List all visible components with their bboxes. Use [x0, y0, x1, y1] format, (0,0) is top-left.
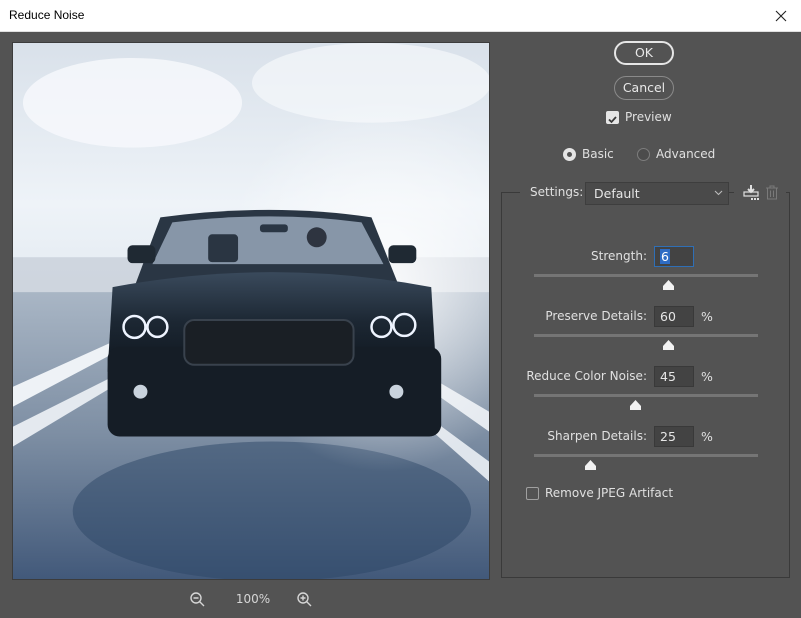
- strength-slider-thumb[interactable]: [663, 280, 675, 290]
- reduce-color-noise-input[interactable]: 45: [654, 366, 694, 387]
- cancel-button[interactable]: Cancel: [614, 76, 674, 100]
- strength-slider[interactable]: [534, 274, 758, 277]
- sharpen-details-slider[interactable]: [534, 454, 758, 457]
- basic-label: Basic: [582, 147, 614, 161]
- preserve-details-slider-thumb[interactable]: [663, 340, 675, 350]
- advanced-radio[interactable]: [637, 148, 650, 161]
- preserve-details-slider[interactable]: [534, 334, 758, 337]
- preview-image: [13, 43, 489, 579]
- preserve-details-input[interactable]: 60: [654, 306, 694, 327]
- checkmark-icon: [608, 116, 617, 124]
- zoom-level: 100%: [235, 592, 271, 606]
- sharpen-details-slider-thumb[interactable]: [585, 460, 596, 470]
- preserve-details-label: Preserve Details:: [545, 309, 647, 323]
- sharpen-details-input[interactable]: 25: [654, 426, 694, 447]
- close-x-icon: [775, 10, 787, 21]
- basic-radio[interactable]: [563, 148, 576, 161]
- sharpen-details-label: Sharpen Details:: [547, 429, 647, 443]
- preview-checkbox[interactable]: [606, 111, 619, 124]
- window-title: Reduce Noise: [9, 8, 85, 22]
- close-button[interactable]: [761, 0, 801, 31]
- strength-label: Strength:: [591, 249, 647, 263]
- preview-label: Preview: [625, 110, 672, 124]
- title-bar: Reduce Noise: [0, 0, 801, 32]
- preserve-details-unit: %: [701, 309, 713, 324]
- settings-value: Default: [594, 186, 640, 201]
- reduce-color-noise-unit: %: [701, 369, 713, 384]
- reduce-color-noise-slider[interactable]: [534, 394, 758, 397]
- advanced-label: Advanced: [656, 147, 716, 161]
- settings-label: Settings:: [530, 185, 584, 199]
- ok-button[interactable]: OK: [614, 41, 674, 65]
- zoom-bar: 100%: [185, 590, 325, 610]
- reduce-color-noise-label: Reduce Color Noise:: [526, 369, 647, 383]
- zoom-out-icon[interactable]: [189, 591, 207, 609]
- save-preset-icon[interactable]: [741, 184, 761, 202]
- sharpen-details-unit: %: [701, 429, 713, 444]
- trash-icon[interactable]: [765, 185, 779, 200]
- chevron-down-icon: [714, 190, 723, 196]
- reduce-color-noise-slider-thumb[interactable]: [629, 400, 641, 410]
- image-preview[interactable]: [12, 42, 490, 580]
- zoom-in-icon[interactable]: [296, 591, 314, 609]
- strength-input[interactable]: 6: [654, 246, 694, 267]
- settings-dropdown[interactable]: Default: [585, 182, 729, 205]
- remove-jpeg-artifact-label: Remove JPEG Artifact: [545, 486, 674, 500]
- remove-jpeg-artifact-checkbox[interactable]: [526, 487, 539, 500]
